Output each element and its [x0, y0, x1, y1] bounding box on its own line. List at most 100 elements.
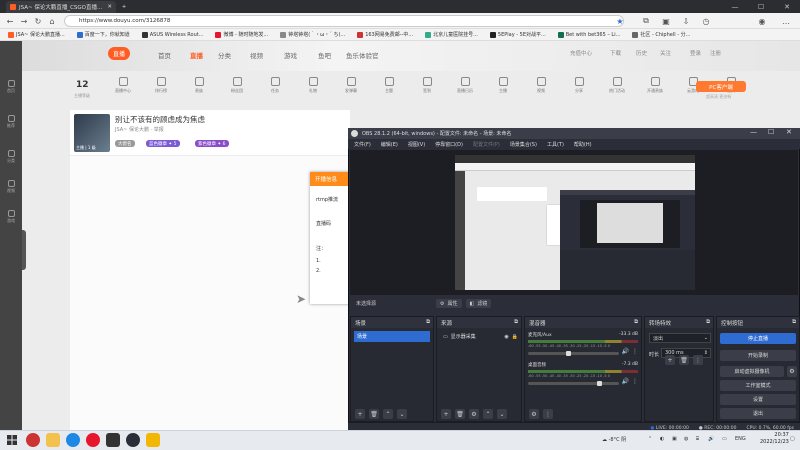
app-taskbar-icon[interactable]: [26, 433, 40, 447]
tray-app-icon[interactable]: ◐: [660, 436, 664, 442]
windows-start-icon[interactable]: [5, 433, 19, 447]
tool-item[interactable]: 签到: [412, 77, 442, 103]
more-options-icon[interactable]: ⋮: [632, 348, 638, 355]
tool-item[interactable]: 视频: [526, 77, 556, 103]
bookmark-item[interactable]: Bet with bet365 – Li...: [557, 31, 620, 38]
transition-select[interactable]: 淡出 ⌄: [649, 333, 711, 343]
tool-item[interactable]: 直播中心: [108, 77, 138, 103]
remove-scene-button[interactable]: 🗑: [369, 409, 379, 419]
rail-item-category[interactable]: 分类: [2, 150, 20, 170]
language-indicator[interactable]: ENG: [735, 436, 746, 442]
bookmark-item[interactable]: ASUS Wireless Rout...: [141, 31, 203, 38]
app-taskbar-icon[interactable]: [146, 433, 160, 447]
menu-dots-icon[interactable]: …: [780, 15, 792, 27]
tool-item[interactable]: 任务: [260, 77, 290, 103]
nav-yuba[interactable]: 鱼吧: [318, 50, 331, 60]
notification-icon[interactable]: ▢: [790, 436, 795, 442]
back-button[interactable]: ←: [4, 15, 16, 27]
forward-button[interactable]: →: [18, 15, 30, 27]
lock-icon[interactable]: 🔒: [512, 334, 518, 340]
start-recording-button[interactable]: 开始录制: [720, 350, 796, 361]
tray-app-icon[interactable]: ▣: [672, 436, 677, 442]
menu-scene-collection[interactable]: 场景集合(S): [510, 141, 537, 148]
nav-video[interactable]: 视频: [250, 50, 263, 60]
move-up-button[interactable]: ⌃: [383, 409, 393, 419]
tray-app-icon[interactable]: ◍: [684, 436, 688, 442]
home-button[interactable]: ⌂: [46, 15, 58, 27]
weather-widget[interactable]: ☁ -8°C 阴: [602, 436, 626, 443]
tray-chevron-icon[interactable]: ⌃: [648, 436, 652, 442]
netease-music-icon[interactable]: [86, 433, 100, 447]
menu-edit[interactable]: 编辑(E): [381, 141, 398, 148]
tool-item[interactable]: 主题: [374, 77, 404, 103]
battery-icon[interactable]: ▭: [722, 436, 727, 442]
undock-icon[interactable]: ⧉: [792, 319, 796, 326]
history-icon[interactable]: ◷: [700, 15, 712, 27]
move-up-button[interactable]: ⌃: [483, 409, 493, 419]
obs-minimize-button[interactable]: —: [750, 128, 757, 136]
tool-item[interactable]: 排行榜: [146, 77, 176, 103]
menu-profile[interactable]: 配置文件(P): [473, 141, 500, 148]
scene-list-item[interactable]: 场景: [354, 331, 430, 342]
exit-button[interactable]: 退出: [720, 408, 796, 419]
url-input[interactable]: https://www.douyu.com/3126878: [64, 15, 624, 27]
favorite-star-icon[interactable]: ★: [614, 15, 626, 27]
bookmark-item[interactable]: 163网易免费邮--中...: [357, 31, 413, 38]
close-window-button[interactable]: ✕: [774, 0, 800, 13]
nav-game[interactable]: 游戏: [284, 50, 297, 60]
remove-transition-button[interactable]: 🗑: [679, 355, 689, 365]
virtual-camera-settings-icon[interactable]: ⚙: [787, 366, 797, 377]
edge-browser-icon[interactable]: [66, 433, 80, 447]
taskbar-clock[interactable]: 20:37 2022/12/23: [760, 432, 789, 446]
nav-home[interactable]: 首页: [158, 50, 171, 60]
bookmark-item[interactable]: 5EPlay - 5E对战平...: [489, 31, 546, 38]
transition-menu-button[interactable]: ⋮: [693, 355, 703, 365]
nav-register[interactable]: 注册: [710, 49, 721, 57]
tool-item[interactable]: 直播日历: [450, 77, 480, 103]
game-app-icon[interactable]: [106, 433, 120, 447]
reload-button[interactable]: ↻: [32, 15, 44, 27]
add-scene-button[interactable]: +: [355, 409, 365, 419]
source-list-item[interactable]: ▭ 显示器采集 ◉ 🔒: [440, 331, 518, 342]
profile-icon[interactable]: ◉: [756, 15, 768, 27]
collections-icon[interactable]: ▣: [660, 15, 672, 27]
undock-icon[interactable]: ⧉: [514, 319, 518, 326]
obs-close-button[interactable]: ✕: [786, 128, 792, 136]
menu-file[interactable]: 文件(F): [354, 141, 371, 148]
tool-item[interactable]: 发弹幕: [336, 77, 366, 103]
rail-item-game[interactable]: 游戏: [2, 210, 20, 230]
remove-source-button[interactable]: 🗑: [455, 409, 465, 419]
tool-item[interactable]: 贵族: [184, 77, 214, 103]
tool-item[interactable]: 礼物: [298, 77, 328, 103]
slider-handle[interactable]: [597, 380, 603, 386]
bookmark-item[interactable]: 百度一下，你就知道: [76, 31, 130, 38]
pc-client-button[interactable]: PC客户端: [696, 81, 746, 92]
tool-item[interactable]: 开通贵族: [640, 77, 670, 103]
nav-follow[interactable]: 关注: [660, 49, 671, 57]
obs-maximize-button[interactable]: ☐: [768, 128, 774, 136]
undock-icon[interactable]: ⧉: [634, 319, 638, 326]
stop-streaming-button[interactable]: 停止直播: [720, 333, 796, 344]
bookmark-item[interactable]: 微博 - 随时随地发...: [215, 31, 268, 38]
tool-item[interactable]: 粉丝团: [222, 77, 252, 103]
properties-button[interactable]: ⚙ 属性: [436, 299, 462, 308]
volume-icon[interactable]: 🔊: [708, 436, 714, 442]
bookmark-item[interactable]: 钟塔钟塔(｀・ω・´ ち)...: [280, 31, 345, 38]
undock-icon[interactable]: ⧉: [426, 319, 430, 326]
nav-login[interactable]: 登录: [690, 49, 701, 57]
network-icon[interactable]: ⌸: [696, 436, 699, 442]
menu-help[interactable]: 帮助(H): [574, 141, 592, 148]
nav-download[interactable]: 下载: [610, 49, 621, 57]
bookmark-item[interactable]: 北京儿童医院挂号...: [425, 31, 478, 38]
volume-slider[interactable]: [528, 350, 619, 356]
extensions-icon[interactable]: ⧉: [640, 15, 652, 27]
undock-icon[interactable]: ⧉: [706, 319, 710, 326]
slider-handle[interactable]: [565, 350, 571, 356]
new-tab-button[interactable]: +: [118, 1, 130, 13]
tool-item[interactable]: 热门活动: [602, 77, 632, 103]
tool-item[interactable]: 分享: [564, 77, 594, 103]
source-settings-button[interactable]: ⚙: [469, 409, 479, 419]
rail-collapse-handle[interactable]: [22, 230, 26, 270]
visibility-eye-icon[interactable]: ◉: [504, 334, 508, 340]
maximize-button[interactable]: ☐: [748, 0, 774, 13]
